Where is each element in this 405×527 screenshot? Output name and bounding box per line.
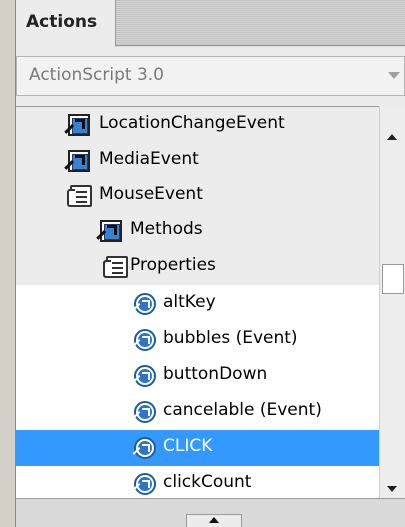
tree-item-clickcount[interactable]: clickCount — [16, 466, 379, 502]
tree-item-methods[interactable]: Methods — [16, 213, 379, 249]
scroll-down-arrow-icon[interactable] — [387, 486, 397, 492]
language-select[interactable]: ActionScript 3.0 — [16, 56, 405, 96]
tree-item-cancelable[interactable]: cancelable (Event) — [16, 394, 379, 430]
scroll-up-arrow-icon[interactable] — [387, 134, 397, 140]
tree-item-altkey[interactable]: altKey — [16, 286, 379, 322]
tab-actions-label: Actions — [26, 12, 98, 32]
open-page-icon — [67, 185, 92, 207]
tree-item-label: LocationChangeEvent — [99, 113, 285, 133]
chevron-down-icon[interactable] — [388, 72, 400, 79]
property-icon — [134, 437, 156, 459]
tree-scrollbar[interactable] — [379, 106, 405, 498]
language-select-value: ActionScript 3.0 — [29, 65, 164, 85]
tab-actions[interactable]: Actions — [16, 0, 116, 47]
tree-item-label: buttonDown — [163, 364, 268, 384]
class-book-icon — [100, 220, 122, 242]
tree-item-label: Properties — [130, 255, 216, 275]
property-icon — [134, 401, 156, 423]
property-icon — [134, 329, 156, 351]
tree-item-properties[interactable]: Properties — [16, 249, 379, 285]
actions-tree: LocationChangeEvent MediaEvent MouseEven… — [16, 106, 405, 516]
tree-item-label: MediaEvent — [99, 149, 199, 169]
tree-item-click[interactable]: CLICK — [16, 430, 379, 466]
tree-item-label: MouseEvent — [99, 184, 203, 204]
tree-item-mediaevent[interactable]: MediaEvent — [16, 143, 379, 179]
tree-item-mouseevent[interactable]: MouseEvent — [16, 178, 379, 214]
tree-item-locationchangeevent[interactable]: LocationChangeEvent — [16, 107, 379, 143]
tree-item-buttondown[interactable]: buttonDown — [16, 358, 379, 394]
tree-item-label: CLICK — [163, 436, 213, 456]
property-icon — [134, 293, 156, 315]
tree-item-label: cancelable (Event) — [163, 400, 322, 420]
class-book-icon — [68, 150, 90, 172]
actions-panel: Actions ActionScript 3.0 LocationChangeE… — [0, 0, 405, 527]
tree-item-bubbles[interactable]: bubbles (Event) — [16, 322, 379, 358]
class-book-icon — [68, 114, 90, 136]
tree-item-label: bubbles (Event) — [163, 328, 298, 348]
scroll-thumb[interactable] — [382, 264, 404, 294]
tree-item-label: Methods — [130, 219, 203, 239]
panel-splitter-handle[interactable] — [186, 514, 242, 527]
property-icon — [134, 365, 156, 387]
chevron-up-icon — [209, 517, 219, 523]
tree-item-label: altKey — [163, 292, 216, 312]
tree-item-label: clickCount — [163, 472, 252, 492]
property-icon — [134, 473, 156, 495]
open-page-icon — [103, 256, 128, 278]
